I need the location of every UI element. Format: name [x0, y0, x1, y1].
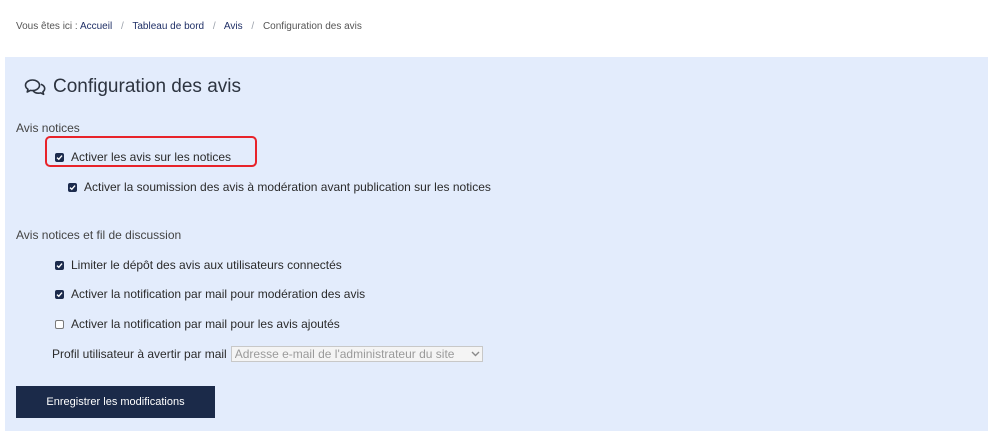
- option-moderation-avant-publication[interactable]: Activer la soumission des avis à modérat…: [68, 180, 491, 194]
- checkmark-icon: [56, 154, 63, 160]
- save-button[interactable]: Enregistrer les modifications: [16, 386, 215, 418]
- page-title-text: Configuration des avis: [53, 76, 241, 97]
- breadcrumb-link-avis[interactable]: Avis: [224, 21, 243, 32]
- breadcrumb-separator: /: [120, 21, 124, 32]
- profile-row: Profil utilisateur à avertir par mail Ad…: [52, 346, 483, 362]
- option-label: Activer les avis sur les notices: [71, 150, 232, 164]
- breadcrumb-separator: /: [212, 21, 216, 32]
- profile-select[interactable]: Adresse e-mail de l'administrateur du si…: [230, 346, 483, 362]
- option-label: Activer la notification par mail pour mo…: [71, 287, 366, 301]
- option-label: Limiter le dépôt des avis aux utilisateu…: [71, 258, 342, 272]
- option-limiter-utilisateurs-connectes[interactable]: Limiter le dépôt des avis aux utilisateu…: [55, 258, 342, 272]
- breadcrumb-link-tableau-de-bord[interactable]: Tableau de bord: [132, 21, 204, 32]
- checkbox-notification-moderation[interactable]: [55, 289, 64, 299]
- breadcrumb-current: Configuration des avis: [262, 21, 362, 32]
- checkmark-icon: [56, 262, 63, 268]
- option-notification-avis-ajoutes[interactable]: Activer la notification par mail pour le…: [55, 317, 340, 331]
- checkbox-moderation-avant-publication[interactable]: [68, 182, 77, 192]
- page-title: Configuration des avis: [24, 76, 241, 98]
- section-label-avis-notices: Avis notices: [16, 121, 80, 135]
- config-panel: Configuration des avis Avis notices Acti…: [5, 57, 988, 431]
- option-notification-moderation[interactable]: Activer la notification par mail pour mo…: [55, 287, 365, 301]
- option-label: Activer la soumission des avis à modérat…: [84, 180, 491, 194]
- section-label-avis-fil-discussion: Avis notices et fil de discussion: [16, 228, 182, 242]
- breadcrumb-link-accueil[interactable]: Accueil: [80, 21, 112, 32]
- profile-select-value: Adresse e-mail de l'administrateur du si…: [234, 347, 455, 361]
- chevron-down-icon: [470, 351, 482, 357]
- checkmark-icon: [56, 291, 63, 297]
- breadcrumb-separator: /: [251, 21, 255, 32]
- checkmark-icon: [69, 184, 76, 190]
- checkbox-activer-avis-notices[interactable]: [55, 152, 64, 162]
- comments-icon: [24, 79, 46, 96]
- breadcrumb: Vous êtes ici : Accueil / Tableau de bor…: [16, 21, 362, 32]
- checkbox-limiter-utilisateurs-connectes[interactable]: [55, 260, 64, 270]
- option-label: Activer la notification par mail pour le…: [71, 317, 340, 331]
- checkbox-notification-avis-ajoutes[interactable]: [55, 319, 64, 329]
- profile-label: Profil utilisateur à avertir par mail: [52, 347, 227, 361]
- breadcrumb-prefix: Vous êtes ici :: [16, 21, 78, 32]
- option-activer-avis-notices[interactable]: Activer les avis sur les notices: [55, 150, 231, 164]
